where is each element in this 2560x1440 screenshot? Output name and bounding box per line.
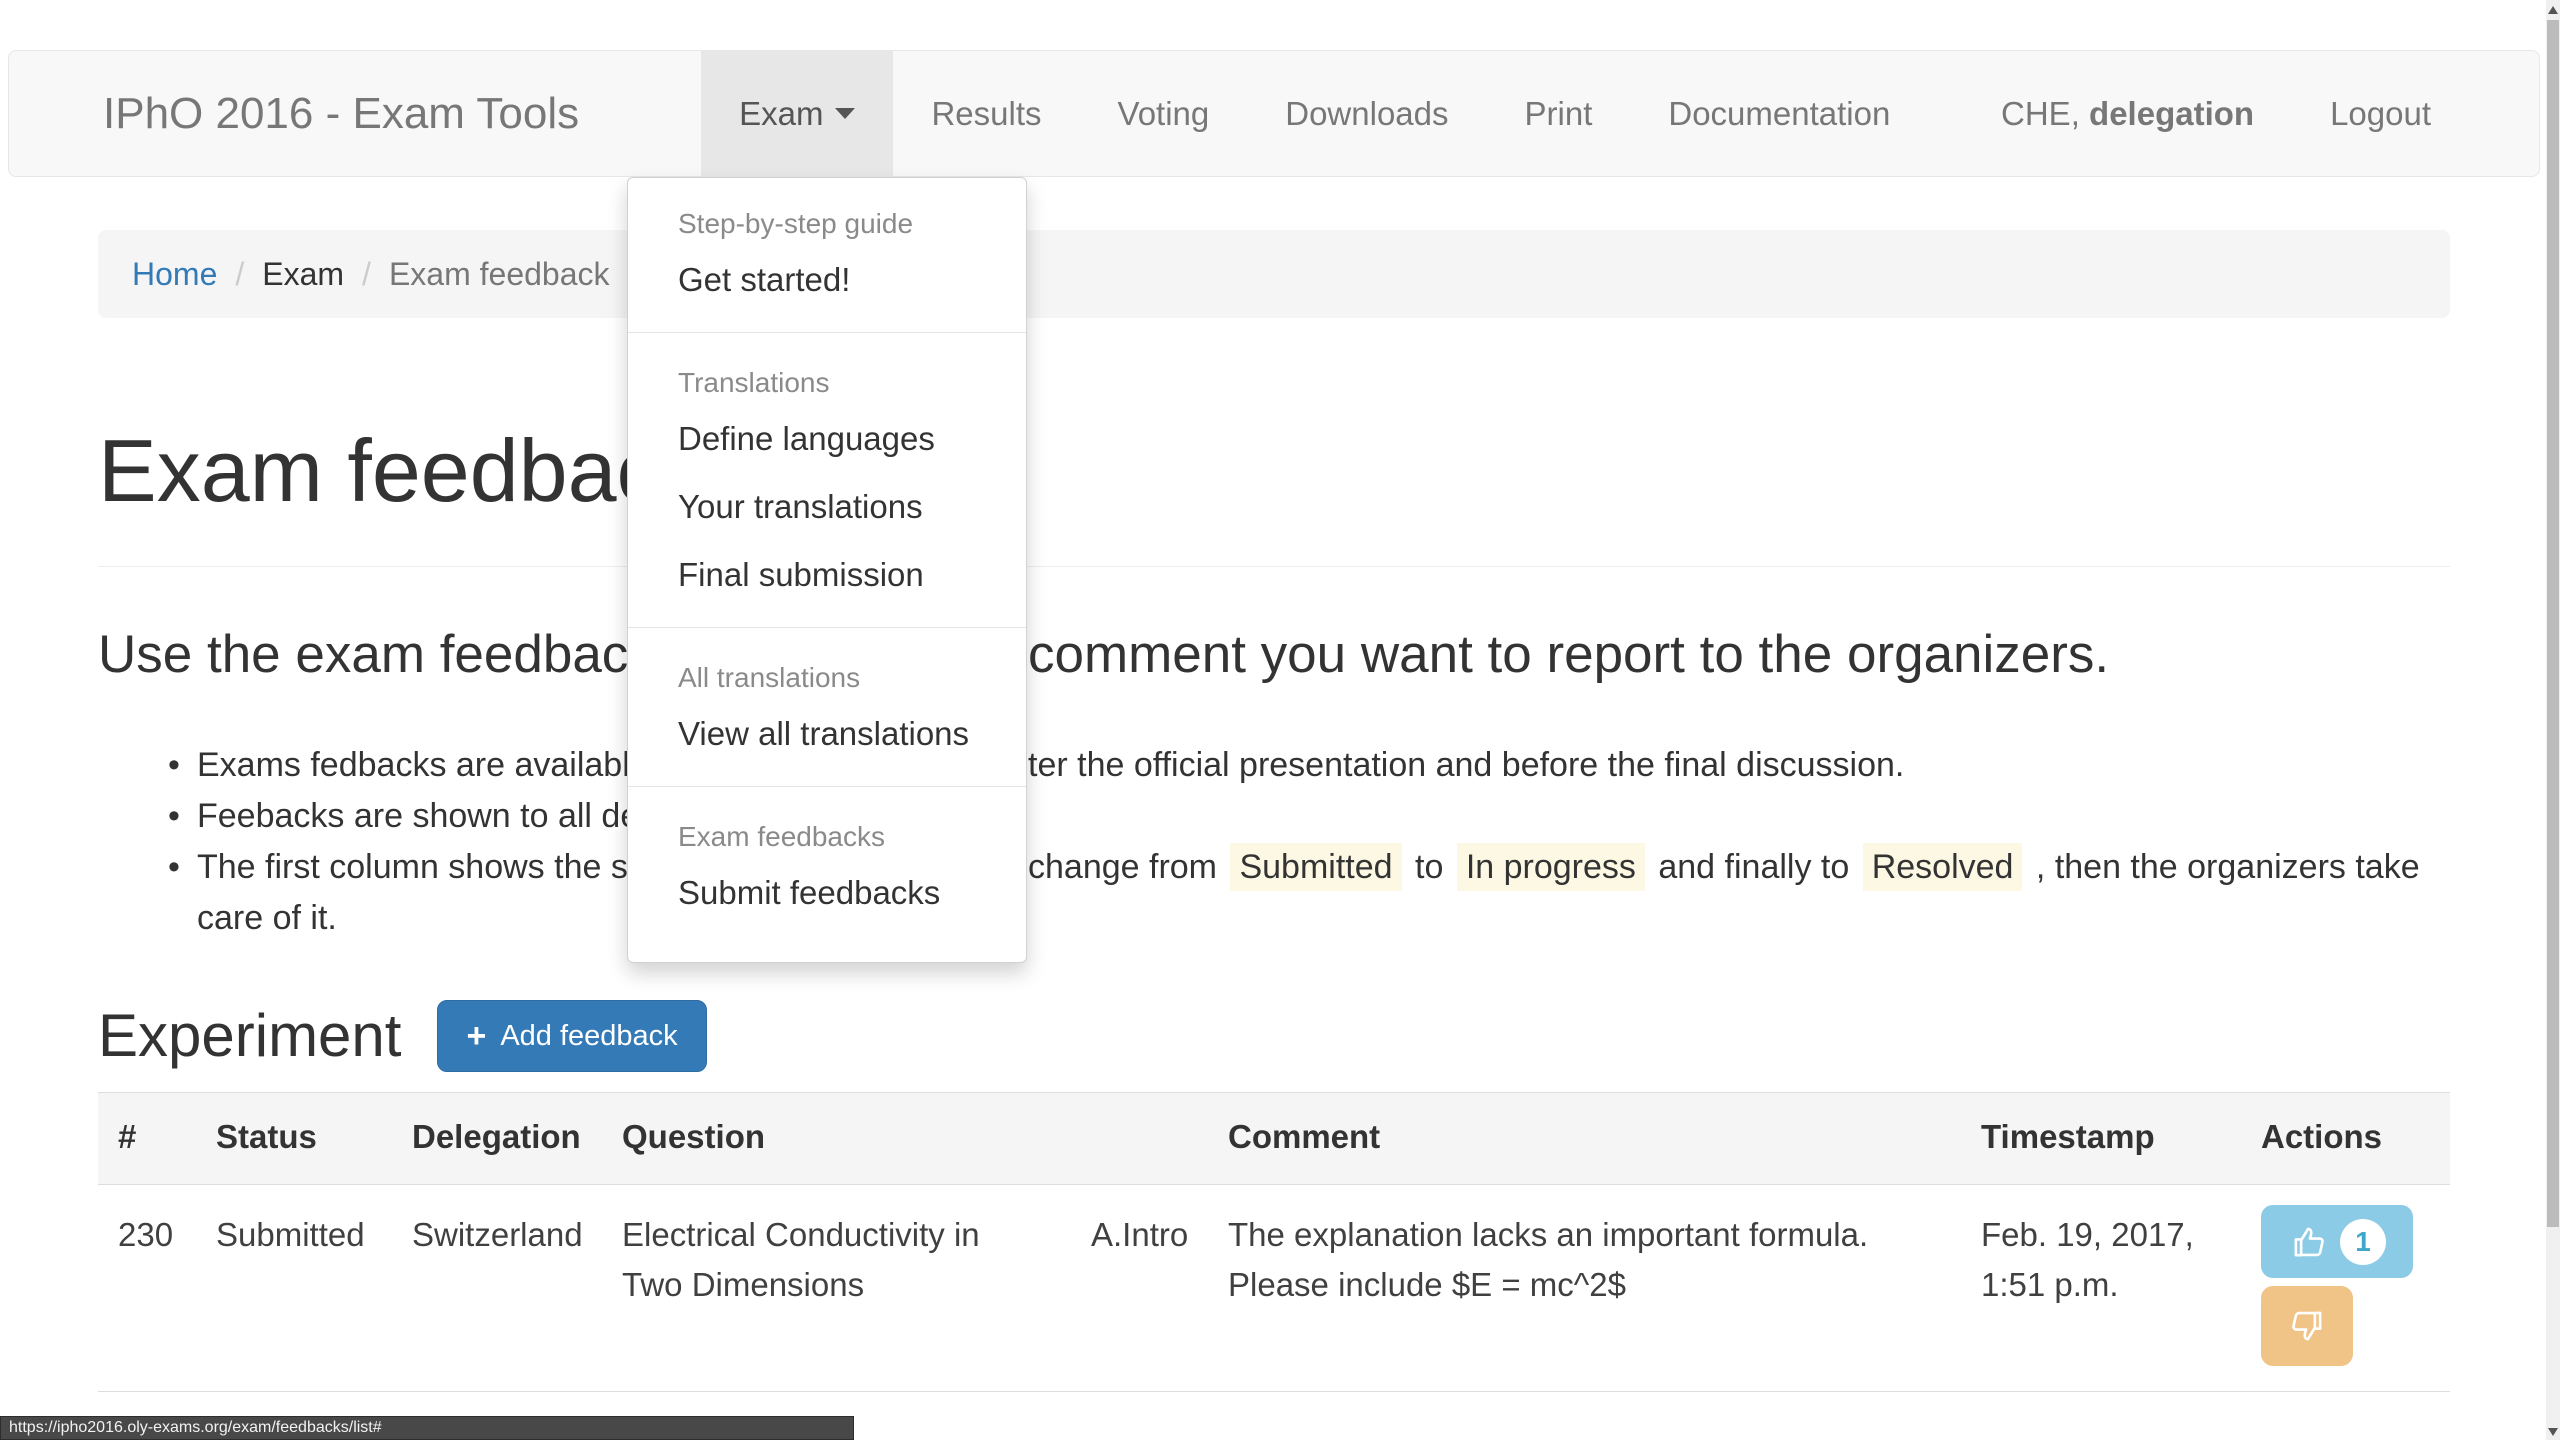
bullet3-line2: care of it. — [197, 893, 2450, 944]
add-feedback-button[interactable]: + Add feedback — [437, 1000, 706, 1072]
col-header-question: Question — [602, 1093, 1208, 1184]
breadcrumb-home-link[interactable]: Home — [132, 256, 217, 293]
bullet1-left: Exams fedbacks are availabl — [197, 746, 630, 784]
dropdown-item-view-all-translations[interactable]: View all translations — [628, 700, 1026, 768]
exam-dropdown-menu: Step-by-step guide Get started! Translat… — [627, 177, 1027, 963]
dropdown-divider — [628, 627, 1026, 628]
cell-actions: 1 — [2241, 1185, 2450, 1391]
col-header-timestamp: Timestamp — [1961, 1093, 2241, 1184]
breadcrumb-separator: / — [344, 256, 389, 293]
user-delegation-label: CHE, delegation — [1963, 51, 2292, 176]
bullet3-mid2: and finally to — [1658, 848, 1849, 886]
cell-status: Submitted — [196, 1185, 392, 1391]
status-badge-in-progress: In progress — [1457, 843, 1645, 891]
table-header-row: # Status Delegation Question Comment Tim… — [98, 1092, 2450, 1185]
col-header-actions: Actions — [2241, 1093, 2450, 1184]
dropdown-item-get-started[interactable]: Get started! — [628, 246, 1026, 314]
dislike-button[interactable] — [2261, 1286, 2353, 1366]
list-item: Feebacks are shown to all de — [98, 791, 2450, 842]
page-title: Exam feedback — [98, 420, 705, 522]
nav-menu: Exam Results Voting Downloads Print Docu… — [701, 51, 1928, 176]
thumbs-down-icon — [2286, 1305, 2328, 1347]
nav-item-documentation[interactable]: Documentation — [1630, 51, 1928, 176]
lead-text: Use the exam feedbac comment you want to… — [98, 624, 2450, 684]
nav-item-exam-label: Exam — [739, 95, 823, 133]
nav-right-group: CHE, delegation Logout — [1963, 51, 2469, 176]
info-bullet-list: Exams fedbacks are availabl ter the offi… — [98, 740, 2450, 944]
scroll-down-arrow-icon[interactable] — [2548, 1428, 2558, 1436]
breadcrumb-separator: / — [217, 256, 262, 293]
dropdown-divider — [628, 786, 1026, 787]
caret-down-icon — [835, 108, 855, 119]
status-url: https://ipho2016.oly-exams.org/exam/feed… — [9, 1419, 382, 1437]
bullet3-mid1: to — [1415, 848, 1443, 886]
dropdown-header-translations: Translations — [628, 351, 1026, 405]
bullet1-right: ter the official presentation and before… — [1028, 740, 1904, 791]
experiment-section-header: Experiment + Add feedback — [98, 1000, 707, 1072]
app-brand[interactable]: IPhO 2016 - Exam Tools — [9, 51, 579, 176]
nav-item-results[interactable]: Results — [893, 51, 1079, 176]
col-header-status: Status — [196, 1093, 392, 1184]
bullet3-right: change from Submitted to In progress and… — [1028, 842, 2420, 893]
bullet3-post: , then the organizers take — [2036, 848, 2420, 886]
user-country-code: CHE, — [2001, 95, 2080, 133]
scroll-up-arrow-icon[interactable] — [2548, 6, 2558, 14]
cell-question: Electrical Conductivity in Two Dimension… — [602, 1185, 1071, 1391]
cell-comment: The explanation lacks an important formu… — [1208, 1185, 1961, 1391]
like-count-badge: 1 — [2340, 1219, 2386, 1265]
status-badge-submitted: Submitted — [1230, 843, 1401, 891]
nav-item-exam[interactable]: Exam — [701, 51, 893, 176]
list-item: The first column shows the s change from… — [98, 842, 2450, 944]
table-row: 230 Submitted Switzerland Electrical Con… — [98, 1185, 2450, 1392]
scrollbar-thumb[interactable] — [2547, 20, 2559, 1227]
dropdown-item-define-languages[interactable]: Define languages — [628, 405, 1026, 473]
cell-num: 230 — [98, 1185, 196, 1391]
bullet2-text: Feebacks are shown to all de — [197, 797, 639, 835]
browser-status-bar: https://ipho2016.oly-exams.org/exam/feed… — [0, 1416, 854, 1440]
lead-left-fragment: Use the exam feedbac — [98, 625, 628, 684]
feedback-table: # Status Delegation Question Comment Tim… — [98, 1092, 2450, 1392]
nav-item-downloads[interactable]: Downloads — [1247, 51, 1486, 176]
like-button[interactable]: 1 — [2261, 1205, 2413, 1278]
user-role: delegation — [2089, 95, 2254, 133]
nav-item-voting[interactable]: Voting — [1080, 51, 1248, 176]
cell-question-part: A.Intro — [1071, 1185, 1208, 1391]
dropdown-item-your-translations[interactable]: Your translations — [628, 473, 1026, 541]
dropdown-item-final-submission[interactable]: Final submission — [628, 541, 1026, 609]
dropdown-divider — [628, 332, 1026, 333]
dropdown-item-submit-feedbacks[interactable]: Submit feedbacks — [628, 859, 1026, 927]
breadcrumb-current: Exam feedback — [389, 256, 610, 293]
dropdown-header-exam-feedbacks: Exam feedbacks — [628, 805, 1026, 859]
bullet3-left: The first column shows the s — [197, 848, 628, 886]
logout-button[interactable]: Logout — [2292, 51, 2469, 176]
plus-icon: + — [466, 1019, 486, 1053]
bullet3-pre: change from — [1028, 848, 1217, 886]
page-scrollbar[interactable] — [2546, 0, 2560, 1440]
navbar: IPhO 2016 - Exam Tools Exam Results Voti… — [8, 50, 2540, 177]
list-item: Exams fedbacks are availabl ter the offi… — [98, 740, 2450, 791]
col-header-comment: Comment — [1208, 1093, 1961, 1184]
lead-right-fragment: comment you want to report to the organi… — [1028, 624, 2109, 685]
thumbs-up-icon — [2288, 1221, 2330, 1263]
col-header-delegation: Delegation — [392, 1093, 602, 1184]
cell-delegation: Switzerland — [392, 1185, 602, 1391]
breadcrumb: Home / Exam / Exam feedback — [98, 230, 2450, 318]
breadcrumb-exam: Exam — [262, 256, 344, 293]
dropdown-header-all-translations: All translations — [628, 646, 1026, 700]
add-feedback-label: Add feedback — [500, 1020, 677, 1053]
title-divider — [98, 566, 2450, 567]
experiment-heading: Experiment — [98, 1000, 401, 1072]
dropdown-header-step-guide: Step-by-step guide — [628, 192, 1026, 246]
cell-timestamp: Feb. 19, 2017, 1:51 p.m. — [1961, 1185, 2241, 1391]
status-badge-resolved: Resolved — [1863, 843, 2023, 891]
col-header-num: # — [98, 1093, 196, 1184]
nav-item-print[interactable]: Print — [1487, 51, 1631, 176]
